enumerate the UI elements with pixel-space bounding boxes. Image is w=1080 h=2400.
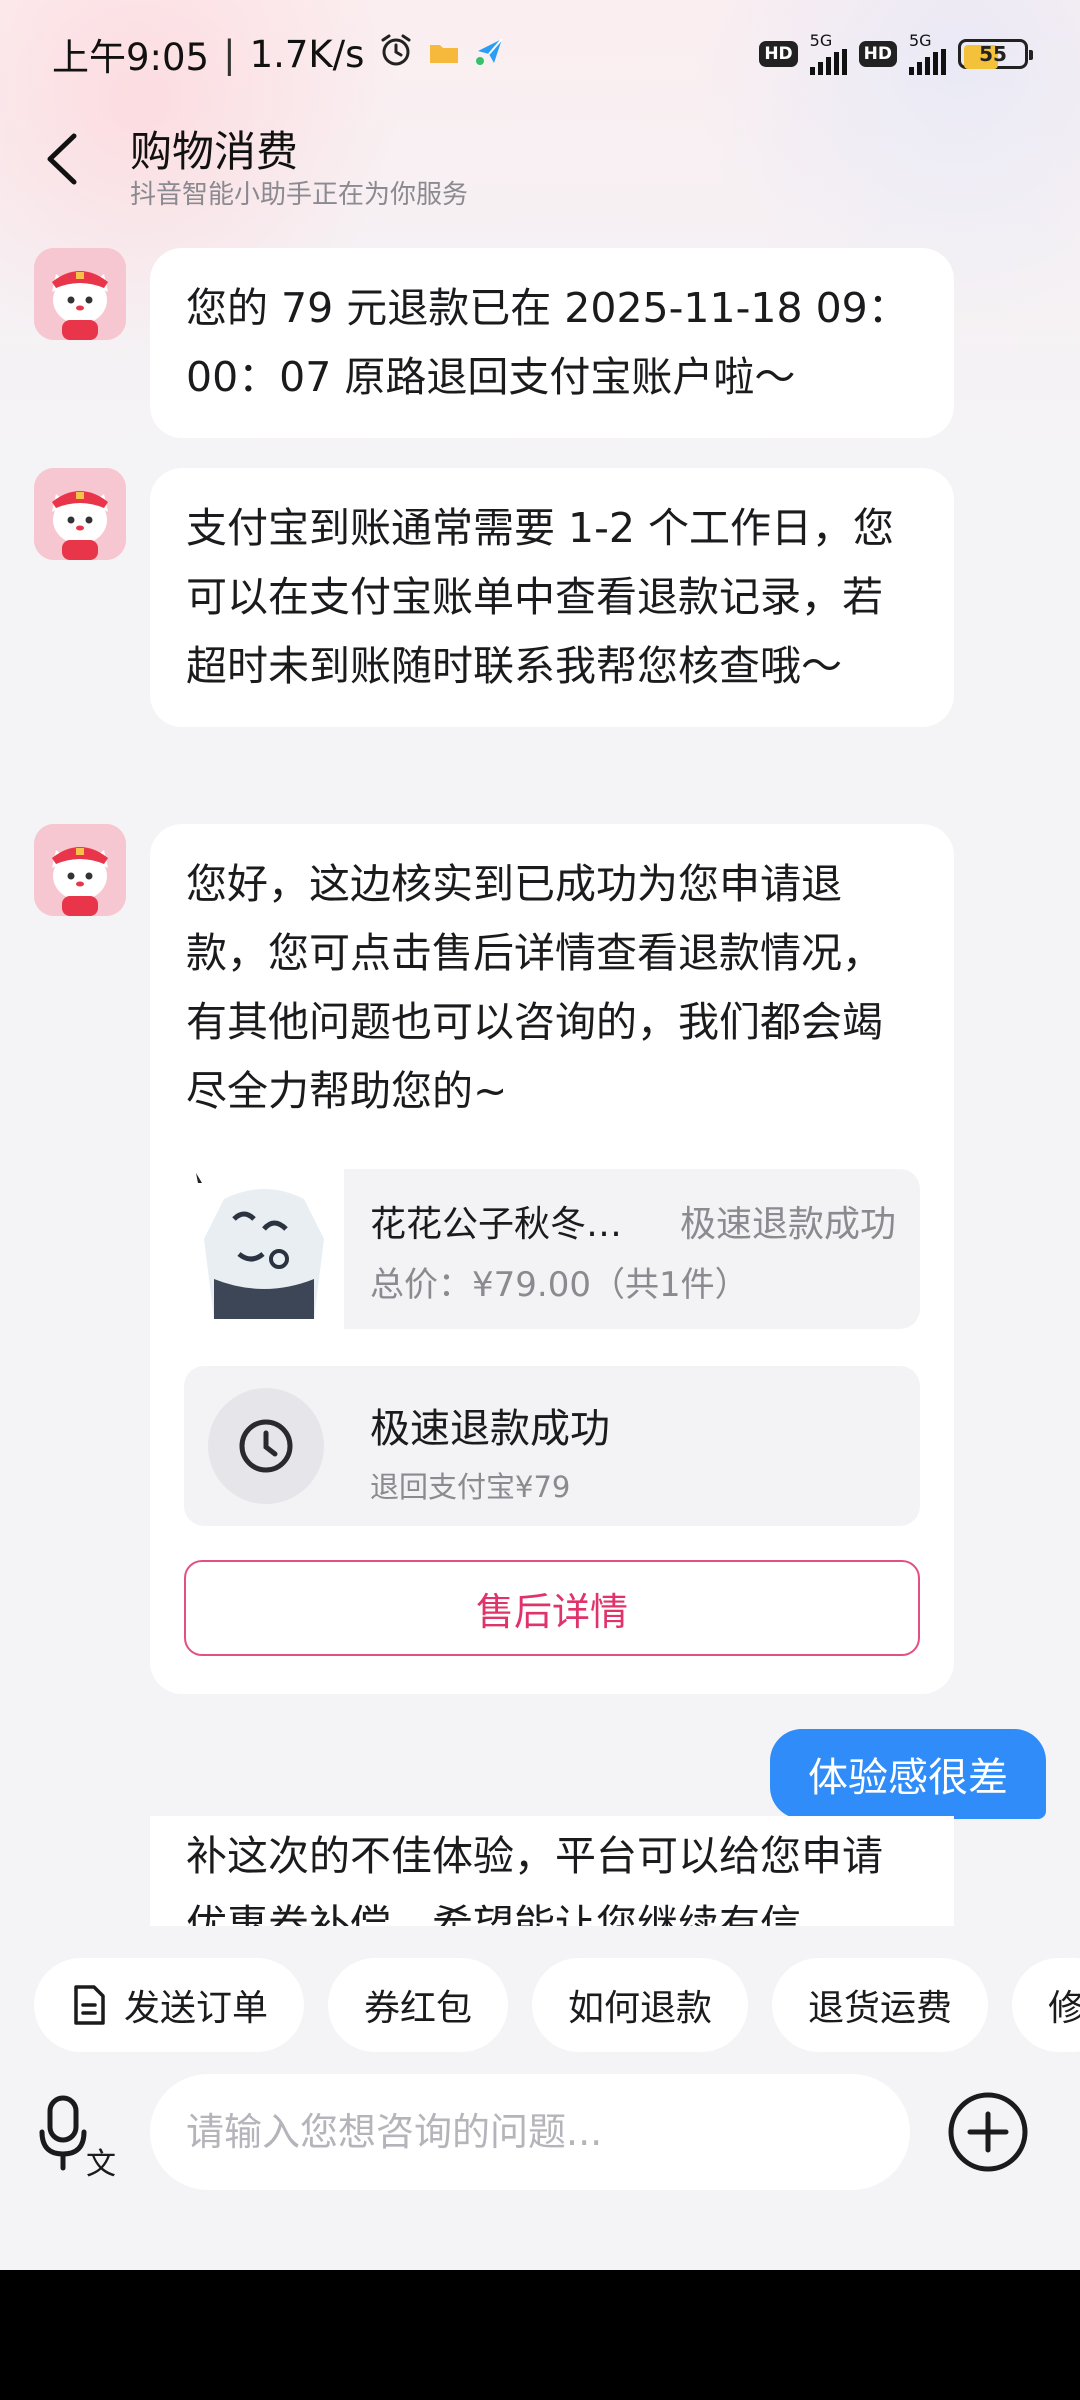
quick-reply-more[interactable]: 修: [1012, 1958, 1080, 2052]
quick-reply-label: 如何退款: [568, 1988, 713, 2029]
status-time: 上午9:05: [52, 36, 210, 79]
alarm-icon: [378, 32, 414, 77]
refund-message-text: 您好，这边核实到已成功为您申请退款，您可点击售后详情查看退款情况，有其他问题也可…: [186, 860, 883, 1115]
cat-mascot-icon: [34, 468, 126, 560]
folder-notification-icon: [428, 33, 460, 76]
user-message: 体验感很差: [770, 1729, 1046, 1819]
assistant-message: 支付宝到账通常需要 1-2 个工作日，您可以在支付宝账单中查看退款记录，若超时未…: [150, 468, 954, 727]
quick-reply-return-shipping[interactable]: 退货运费: [772, 1958, 989, 2052]
document-icon: [74, 1985, 105, 2025]
network-speed: 1.7K/s: [249, 32, 365, 76]
refund-status-title: 极速退款成功: [370, 1406, 610, 1452]
product-name: 花花公子秋冬…: [370, 1204, 623, 1245]
assistant-message: 您的 79 元退款已在 2025-11-18 09：00：07 原路退回支付宝账…: [150, 248, 954, 438]
order-status: 极速退款成功: [679, 1204, 896, 1245]
product-thumbnail: [184, 1169, 344, 1329]
order-price: 总价：¥79.00（共1件）: [370, 1265, 749, 1305]
back-button[interactable]: [36, 124, 96, 194]
quick-reply-label: 修: [1048, 1988, 1080, 2029]
status-right: HD 5G HD 5G 55: [759, 31, 1033, 75]
clock-icon: [208, 1388, 324, 1504]
plus-icon: [948, 2092, 1028, 2172]
assistant-avatar: [34, 248, 126, 340]
network-type-1: 5G: [809, 31, 833, 50]
input-bar: 文: [0, 2074, 1080, 2190]
microphone-text-icon: 文: [39, 2095, 116, 2182]
status-bar: 上午9:05 | 1.7K/s HD 5G HD 5G 55: [0, 0, 1080, 108]
battery-level: 55: [979, 42, 1007, 66]
quick-reply-label: 发送订单: [124, 1988, 269, 2029]
battery-icon: 55: [958, 39, 1033, 69]
send-notification-icon: [474, 33, 506, 76]
quick-reply-how-to-refund[interactable]: 如何退款: [532, 1958, 749, 2052]
quick-reply-label: 券红包: [364, 1988, 473, 2029]
page-subtitle: 抖音智能小助手正在为你服务: [130, 180, 469, 210]
cat-mascot-icon: [34, 248, 126, 340]
signal-icon-2: 5G: [909, 33, 946, 75]
question-input[interactable]: [150, 2074, 910, 2190]
quick-reply-label: 退货运费: [808, 1988, 953, 2029]
more-actions-button[interactable]: [946, 2090, 1030, 2174]
quick-reply-coupons[interactable]: 券红包: [328, 1958, 509, 2052]
chat-list[interactable]: 您的 79 元退款已在 2025-11-18 09：00：07 原路退回支付宝账…: [0, 226, 1080, 1926]
status-divider: |: [223, 32, 236, 76]
assistant-avatar: [34, 824, 126, 916]
hd-badge-1: HD: [759, 41, 798, 67]
chevron-left-icon: [47, 133, 77, 185]
quick-reply-send-order[interactable]: 发送订单: [34, 1958, 305, 2052]
after-sale-details-button[interactable]: 售后详情: [184, 1560, 920, 1656]
network-type-2: 5G: [909, 31, 932, 50]
page-title: 购物消费: [130, 127, 299, 176]
assistant-avatar: [34, 468, 126, 560]
signal-icon-1: 5G: [809, 31, 847, 75]
hd-badge-2: HD: [858, 41, 897, 67]
chat-screen: 上午9:05 | 1.7K/s HD 5G HD 5G 55 购物消费 抖音智能…: [0, 0, 1080, 2400]
refund-status-detail: 退回支付宝¥79: [370, 1470, 571, 1504]
header: 购物消费 抖音智能小助手正在为你服务: [0, 108, 1080, 226]
svg-text:文: 文: [86, 2147, 116, 2178]
refund-status-card: 极速退款成功 退回支付宝¥79: [184, 1366, 920, 1526]
system-navigation-area: [0, 2270, 1080, 2400]
voice-to-text-button[interactable]: 文: [34, 2092, 120, 2182]
assistant-message-partial: 补这次的不佳体验，平台可以给您申请优惠券补偿，希望能让您继续有信: [150, 1816, 954, 1926]
quick-reply-bar[interactable]: 发送订单 券红包 如何退款 退货运费 修: [0, 1958, 1080, 2052]
partial-message-text: 补这次的不佳体验，平台可以给您申请优惠券补偿，希望能让您继续有信: [186, 1832, 883, 1926]
order-card[interactable]: 花花公子秋冬… 极速退款成功 总价：¥79.00（共1件）: [184, 1169, 920, 1329]
status-left: 上午9:05 | 1.7K/s: [52, 27, 506, 81]
cat-mascot-icon: [34, 824, 126, 916]
